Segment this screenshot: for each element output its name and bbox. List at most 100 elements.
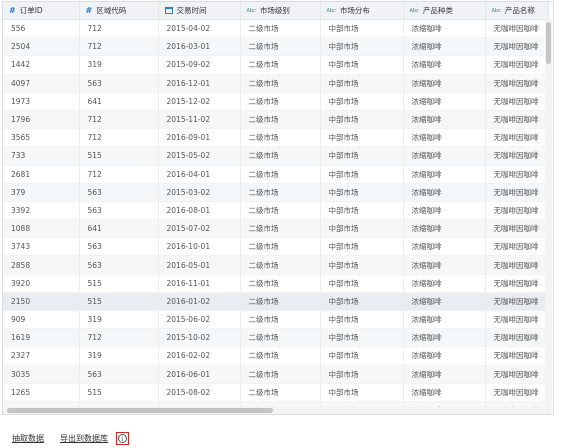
table-cell: 中部市场 [320, 55, 404, 75]
table-cell: 1973 [3, 92, 80, 111]
table-cell: 4097 [3, 74, 80, 93]
table-cell: 无咖啡因咖啡 [485, 237, 549, 257]
footer-actions: 抽取数据 导出到数据库 i [12, 432, 129, 445]
extract-data-link[interactable]: 抽取数据 [12, 433, 44, 444]
table-cell: 浓缩咖啡 [403, 37, 486, 57]
table-row[interactable]: 556 712 2015-04-02 二级市场 中部市场 浓缩咖啡 无咖啡因咖啡 [3, 19, 549, 39]
export-to-database-link[interactable]: 导出到数据库 [60, 433, 108, 444]
table-cell: 563 [79, 237, 159, 257]
table-row[interactable]: 1442 319 2015-09-02 二级市场 中部市场 浓缩咖啡 无咖啡因咖啡 [3, 55, 549, 75]
table-row[interactable]: 1088 641 2015-07-02 二级市场 中部市场 浓缩咖啡 无咖啡因咖啡 [3, 219, 549, 239]
table-cell: 浓缩咖啡 [403, 74, 486, 93]
table-cell: 2016-04-01 [158, 165, 241, 184]
column-header[interactable]: 交易时间 [158, 2, 241, 20]
table-row[interactable]: 3035 563 2016-06-01 二级市场 中部市场 浓缩咖啡 无咖啡因咖啡 [3, 365, 549, 384]
table-cell: 无咖啡因咖啡 [485, 310, 549, 330]
calendar-icon [164, 7, 173, 14]
table-cell: 无咖啡因咖啡 [485, 274, 549, 293]
column-header-label: 产品名称 [504, 6, 535, 15]
table-cell: 2016-03-01 [158, 37, 241, 57]
horizontal-scrollbar[interactable] [3, 407, 544, 414]
column-header[interactable]: Abc 市场分布 [320, 2, 404, 20]
table-cell: 2016-09-01 [158, 128, 241, 148]
table-cell: 2016-06-01 [158, 365, 241, 384]
table-cell: 浓缩咖啡 [403, 310, 486, 330]
column-header[interactable]: # 区域代码 [79, 2, 159, 20]
table-row[interactable]: 1796 712 2015-11-02 二级市场 中部市场 浓缩咖啡 无咖啡因咖啡 [3, 110, 549, 130]
table-cell: 二级市场 [240, 19, 321, 39]
table-cell: 二级市场 [240, 292, 321, 312]
text-type-icon: Abc [246, 8, 256, 14]
table-cell: 909 [3, 310, 80, 330]
table-row[interactable]: 2150 515 2016-01-02 二级市场 中部市场 浓缩咖啡 无咖啡因咖啡 [3, 292, 549, 312]
table-cell: 3920 [3, 274, 80, 293]
table-cell: 2016-02-02 [158, 346, 241, 366]
table-row[interactable]: 909 319 2015-06-02 二级市场 中部市场 浓缩咖啡 无咖啡因咖啡 [3, 310, 549, 330]
table-cell: 中部市场 [320, 255, 404, 275]
header-row: # 订单ID # 区域代码 交易时间 Abc 市场级别 Abc 市场分布 Abc 产品种类 Abc 产品… [3, 2, 549, 20]
table-cell: 二级市场 [240, 365, 321, 384]
table-cell: 2858 [3, 255, 80, 275]
table-cell: 2016-08-01 [158, 201, 241, 221]
table-row[interactable]: 3392 563 2016-08-01 二级市场 中部市场 浓缩咖啡 无咖啡因咖啡 [3, 201, 549, 221]
vertical-scrollbar[interactable] [545, 20, 552, 413]
table-cell: 浓缩咖啡 [403, 128, 486, 148]
table-cell: 中部市场 [320, 110, 404, 130]
column-header[interactable]: Abc 产品名称 [485, 2, 549, 20]
table-cell: 中部市场 [320, 328, 404, 348]
column-header-label: 市场分布 [339, 6, 370, 15]
table-cell: 中部市场 [320, 183, 404, 202]
table-cell: 浓缩咖啡 [403, 183, 486, 202]
table-row[interactable]: 2681 712 2016-04-01 二级市场 中部市场 浓缩咖啡 无咖啡因咖啡 [3, 165, 549, 184]
table-cell: 中部市场 [320, 292, 404, 312]
table-cell: 3392 [3, 201, 80, 221]
table-cell: 中部市场 [320, 383, 404, 402]
table-row[interactable]: 2858 563 2016-05-01 二级市场 中部市场 浓缩咖啡 无咖啡因咖啡 [3, 255, 549, 275]
table-cell: 2016-10-01 [158, 237, 241, 257]
info-icon: i [118, 434, 127, 443]
table-cell: 无咖啡因咖啡 [485, 383, 549, 402]
table-cell: 无咖啡因咖啡 [485, 255, 549, 275]
table-cell: 3565 [3, 128, 80, 148]
table-cell: 2015-06-02 [158, 310, 241, 330]
table-cell: 二级市场 [240, 55, 321, 75]
number-type-icon: # [85, 6, 93, 15]
table-row[interactable]: 2327 319 2016-02-02 二级市场 中部市场 浓缩咖啡 无咖啡因咖啡 [3, 346, 549, 366]
table-row[interactable]: 1265 515 2015-08-02 二级市场 中部市场 浓缩咖啡 无咖啡因咖啡 [3, 383, 549, 402]
info-button[interactable]: i [116, 432, 129, 445]
table-row[interactable]: 3743 563 2016-10-01 二级市场 中部市场 浓缩咖啡 无咖啡因咖啡 [3, 237, 549, 257]
table-cell: 中部市场 [320, 219, 404, 239]
table-cell: 319 [79, 310, 159, 330]
table-cell: 379 [3, 183, 80, 202]
table-cell: 浓缩咖啡 [403, 92, 486, 111]
table-cell: 2015-07-02 [158, 219, 241, 239]
table-cell: 641 [79, 92, 159, 111]
table-row[interactable]: 1973 641 2015-12-02 二级市场 中部市场 浓缩咖啡 无咖啡因咖啡 [3, 92, 549, 111]
table-cell: 中部市场 [320, 74, 404, 93]
table-cell: 中部市场 [320, 310, 404, 330]
column-header-label: 产品种类 [422, 6, 453, 15]
table-cell: 3035 [3, 365, 80, 384]
table-row[interactable]: 3565 712 2016-09-01 二级市场 中部市场 浓缩咖啡 无咖啡因咖啡 [3, 128, 549, 148]
table-cell: 无咖啡因咖啡 [485, 219, 549, 239]
table-row[interactable]: 2504 712 2016-03-01 二级市场 中部市场 浓缩咖啡 无咖啡因咖啡 [3, 37, 549, 57]
table-row[interactable]: 379 563 2015-03-02 二级市场 中部市场 浓缩咖啡 无咖啡因咖啡 [3, 183, 549, 202]
table-row[interactable]: 3920 515 2016-11-01 二级市场 中部市场 浓缩咖啡 无咖啡因咖啡 [3, 274, 549, 293]
horizontal-scroll-thumb[interactable] [7, 408, 273, 413]
table-cell: 二级市场 [240, 383, 321, 402]
table-cell: 浓缩咖啡 [403, 219, 486, 239]
vertical-scroll-thumb[interactable] [546, 22, 551, 64]
table-cell: 二级市场 [240, 310, 321, 330]
table-cell: 无咖啡因咖啡 [485, 128, 549, 148]
table-cell: 712 [79, 328, 159, 348]
table-cell: 2016-05-01 [158, 255, 241, 275]
table-row[interactable]: 4097 563 2016-12-01 二级市场 中部市场 浓缩咖啡 无咖啡因咖啡 [3, 74, 549, 93]
column-header[interactable]: # 订单ID [3, 2, 80, 20]
column-header[interactable]: Abc 产品种类 [403, 2, 486, 20]
column-header[interactable]: Abc 市场级别 [240, 2, 321, 20]
table-row[interactable]: 733 515 2015-05-02 二级市场 中部市场 浓缩咖啡 无咖啡因咖啡 [3, 146, 549, 166]
table-cell: 二级市场 [240, 165, 321, 184]
table-cell: 无咖啡因咖啡 [485, 74, 549, 93]
table-cell: 2016-01-02 [158, 292, 241, 312]
table-row[interactable]: 1619 712 2015-10-02 二级市场 中部市场 浓缩咖啡 无咖啡因咖啡 [3, 328, 549, 348]
